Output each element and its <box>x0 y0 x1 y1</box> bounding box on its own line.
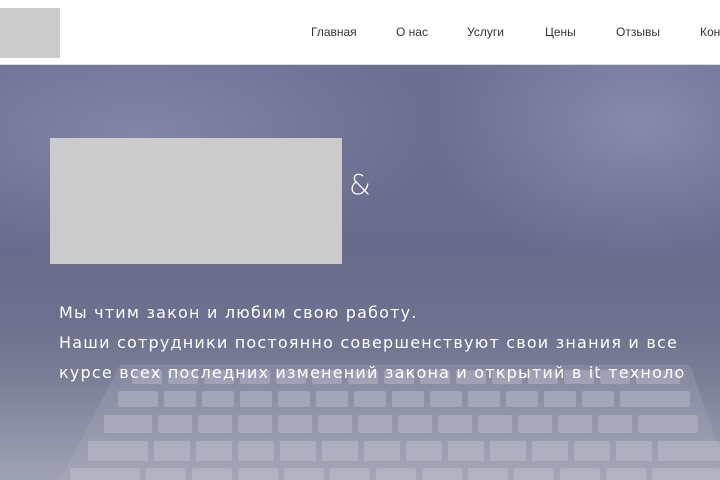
nav-item-contacts[interactable]: Кон <box>700 25 720 39</box>
ampersand-symbol: & <box>349 168 371 201</box>
main-nav: Главная О нас Услуги Цены Отзывы Кон <box>0 0 720 64</box>
hero-image-placeholder <box>50 138 342 264</box>
keyboard-background-image <box>0 325 720 480</box>
site-header: Главная О нас Услуги Цены Отзывы Кон <box>0 0 720 65</box>
hero-text-line-2: Наши сотрудники постоянно совершенствуют… <box>59 333 678 352</box>
hero-text-line-1: Мы чтим закон и любим свою работу. <box>59 303 418 322</box>
hero-text-line-3: курсе всех последних изменений закона и … <box>59 363 686 382</box>
nav-item-services[interactable]: Услуги <box>467 25 504 39</box>
nav-item-about[interactable]: О нас <box>396 25 428 39</box>
hero-section: & Мы чтим закон и любим свою работу. Наш… <box>0 65 720 480</box>
nav-item-home[interactable]: Главная <box>311 25 357 39</box>
nav-item-reviews[interactable]: Отзывы <box>616 25 660 39</box>
nav-item-prices[interactable]: Цены <box>545 25 576 39</box>
